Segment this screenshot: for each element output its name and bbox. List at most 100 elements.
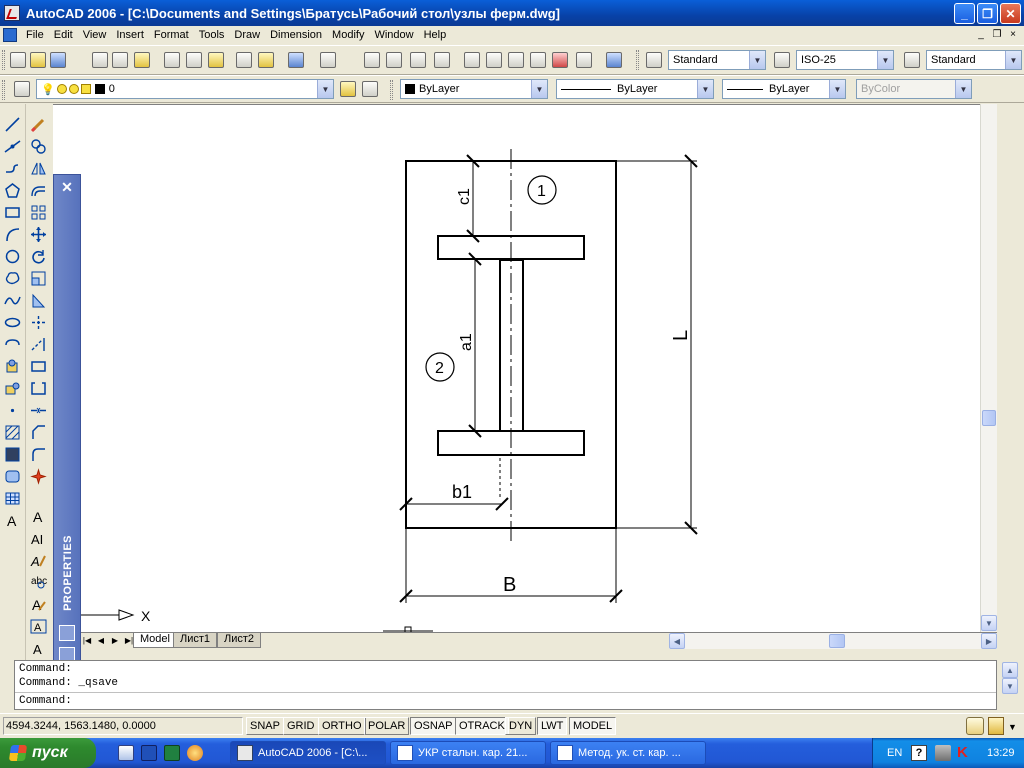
help-tray-icon[interactable]: ? xyxy=(911,745,927,761)
menu-tools[interactable]: Tools xyxy=(194,29,230,41)
communication-center-icon[interactable] xyxy=(966,717,984,735)
task-word-doc-2[interactable]: Метод. ук. ст. кар. ... xyxy=(550,741,706,765)
markup-icon[interactable] xyxy=(552,52,568,68)
command-prompt[interactable]: Command: xyxy=(19,694,72,708)
construction-line-icon[interactable] xyxy=(4,138,21,155)
horizontal-scroll-thumb[interactable] xyxy=(829,634,845,648)
tab-prev-button[interactable]: ◀ xyxy=(95,634,107,647)
make-layer-current-icon[interactable] xyxy=(340,81,356,97)
chevron-down-icon[interactable]: ▼ xyxy=(829,80,845,98)
table-icon[interactable] xyxy=(4,490,21,507)
gradient-icon[interactable] xyxy=(4,446,21,463)
toolbar-grip[interactable] xyxy=(390,80,393,100)
chevron-down-icon[interactable]: ▼ xyxy=(1005,51,1021,69)
scale-icon[interactable] xyxy=(30,270,47,287)
palette-close-icon[interactable]: ✕ xyxy=(59,179,75,195)
rotate-icon[interactable] xyxy=(30,248,47,265)
snap-toggle[interactable]: SNAP xyxy=(246,717,284,735)
text-icon[interactable]: A xyxy=(30,508,47,525)
dyn-toggle[interactable]: DYN xyxy=(505,717,537,735)
table-style-combo[interactable]: Standard ▼ xyxy=(926,50,1022,70)
copy-icon[interactable] xyxy=(186,52,202,68)
block-editor-icon[interactable] xyxy=(258,52,274,68)
copy-object-icon[interactable] xyxy=(30,138,47,155)
vertical-scrollbar[interactable]: ▼ xyxy=(980,104,997,632)
single-line-text-icon[interactable]: AI xyxy=(30,530,47,547)
menu-window[interactable]: Window xyxy=(369,29,418,41)
save-icon[interactable] xyxy=(50,52,66,68)
tool-palettes-icon[interactable] xyxy=(508,52,524,68)
ellipse-arc-icon[interactable] xyxy=(4,336,21,353)
redo-icon[interactable] xyxy=(320,52,336,68)
menu-insert[interactable]: Insert xyxy=(111,29,149,41)
tab-next-button[interactable]: ▶ xyxy=(109,634,121,647)
ellipse-icon[interactable] xyxy=(4,314,21,331)
plot-icon[interactable] xyxy=(92,52,108,68)
tab-model[interactable]: Model xyxy=(133,633,177,648)
network-tray-icon[interactable] xyxy=(935,745,951,761)
text-style-combo[interactable]: Standard ▼ xyxy=(668,50,766,70)
chevron-down-icon[interactable]: ▼ xyxy=(749,51,765,69)
grid-toggle[interactable]: GRID xyxy=(283,717,319,735)
menu-edit[interactable]: Edit xyxy=(49,29,78,41)
scroll-left-button[interactable]: ◀ xyxy=(669,633,685,649)
command-window[interactable]: Command: Command: _qsave Command: xyxy=(14,660,997,710)
dim-style-combo[interactable]: ISO-25 ▼ xyxy=(796,50,894,70)
lineweight-combo[interactable]: ByLayer ▼ xyxy=(722,79,846,99)
quicklaunch-desktop-icon[interactable] xyxy=(118,745,134,761)
osnap-toggle[interactable]: OSNAP xyxy=(410,717,457,735)
match-properties-icon[interactable] xyxy=(236,52,252,68)
paste-icon[interactable] xyxy=(208,52,224,68)
join-icon[interactable] xyxy=(30,402,47,419)
zoom-window-icon[interactable] xyxy=(410,52,426,68)
explode-icon[interactable] xyxy=(30,468,47,485)
antivirus-tray-icon[interactable]: K xyxy=(957,744,968,761)
cmd-scroll-down-button[interactable]: ▼ xyxy=(1002,678,1018,694)
doc-close-button[interactable]: × xyxy=(1006,28,1020,41)
line-icon[interactable] xyxy=(4,116,21,133)
autocad-app-icon[interactable] xyxy=(4,5,20,21)
layer-previous-icon[interactable] xyxy=(362,81,378,97)
quicklaunch-excel-icon[interactable] xyxy=(164,745,180,761)
tab-sheet1[interactable]: Лист1 xyxy=(173,633,218,648)
status-menu-icon[interactable]: ▼ xyxy=(1008,722,1017,732)
doc-restore-button[interactable]: ❐ xyxy=(990,28,1004,41)
lwt-toggle[interactable]: LWT xyxy=(537,717,568,735)
ortho-toggle[interactable]: ORTHO xyxy=(318,717,366,735)
tab-first-button[interactable]: |◀ xyxy=(81,634,93,647)
horizontal-scrollbar[interactable]: ◀ ▶ xyxy=(669,633,997,649)
spline-icon[interactable] xyxy=(4,292,21,309)
help-icon[interactable] xyxy=(606,52,622,68)
polygon-icon[interactable] xyxy=(4,182,21,199)
table-style-icon[interactable] xyxy=(904,52,920,68)
multiline-text-icon[interactable]: A xyxy=(4,512,21,529)
chevron-down-icon[interactable]: ▼ xyxy=(317,80,333,98)
undo-icon[interactable] xyxy=(288,52,304,68)
justify-text-icon[interactable]: A xyxy=(30,640,47,657)
trim-icon[interactable] xyxy=(30,314,47,331)
extend-icon[interactable] xyxy=(30,336,47,353)
revision-cloud-icon[interactable] xyxy=(4,270,21,287)
mirror-icon[interactable] xyxy=(30,160,47,177)
insert-block-icon[interactable] xyxy=(4,358,21,375)
move-icon[interactable] xyxy=(30,226,47,243)
break-at-point-icon[interactable] xyxy=(30,358,47,375)
document-icon[interactable] xyxy=(3,28,17,42)
new-icon[interactable] xyxy=(10,52,26,68)
close-button[interactable]: ✕ xyxy=(1000,3,1021,24)
fillet-icon[interactable] xyxy=(30,446,47,463)
scroll-right-button[interactable]: ▶ xyxy=(981,633,997,649)
language-indicator[interactable]: EN xyxy=(887,747,902,759)
chevron-down-icon[interactable]: ▼ xyxy=(697,80,713,98)
properties-icon[interactable] xyxy=(464,52,480,68)
chevron-down-icon[interactable]: ▼ xyxy=(531,80,547,98)
offset-icon[interactable] xyxy=(30,182,47,199)
task-word-doc-1[interactable]: УКР стальн. кар. 21... xyxy=(390,741,546,765)
vertical-scroll-thumb[interactable] xyxy=(982,410,996,426)
rectangle-icon[interactable] xyxy=(4,204,21,221)
properties-palette[interactable]: ✕ PROPERTIES xyxy=(53,174,81,670)
circle-icon[interactable] xyxy=(4,248,21,265)
toolbar-grip[interactable] xyxy=(2,80,5,100)
point-icon[interactable] xyxy=(4,402,21,419)
layer-manager-icon[interactable] xyxy=(14,81,30,97)
